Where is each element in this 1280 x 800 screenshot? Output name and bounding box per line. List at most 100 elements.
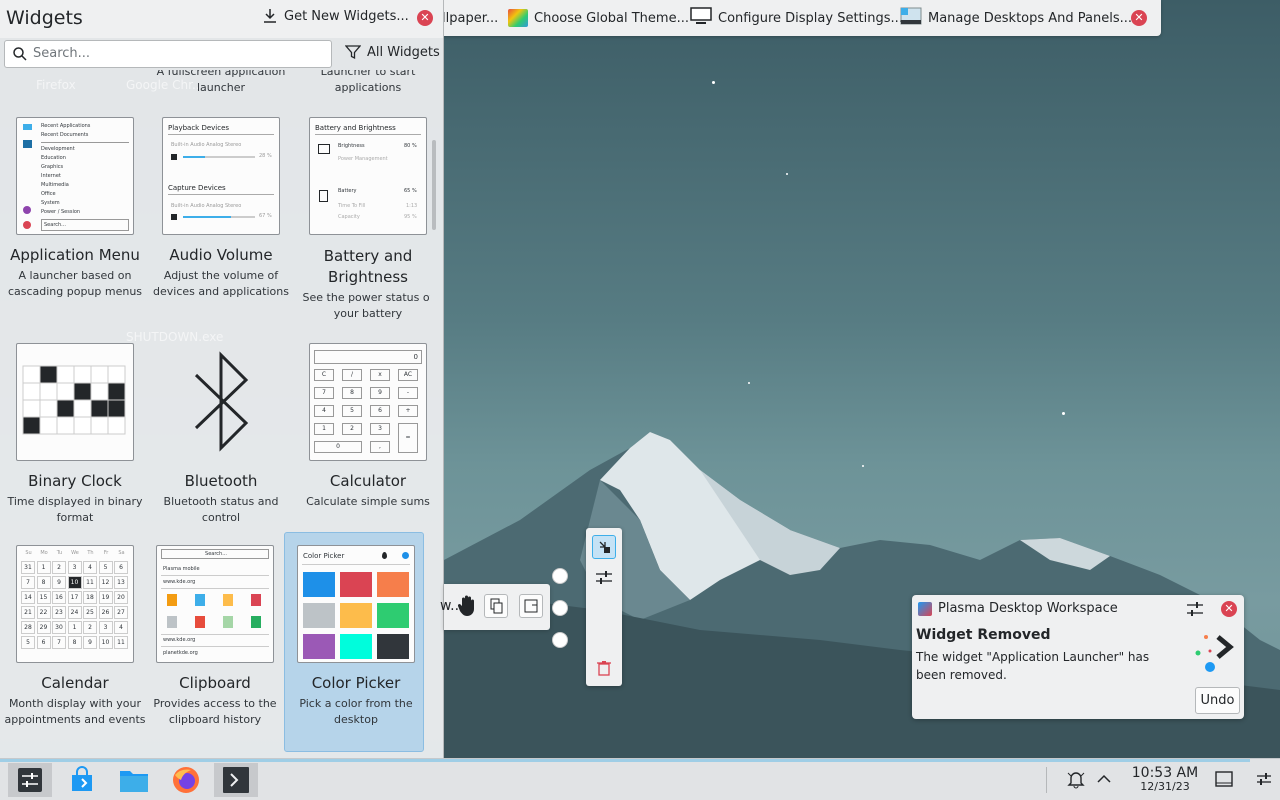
thumb-text: System xyxy=(41,200,60,206)
color-swatch xyxy=(340,634,372,659)
thumb-text: 1:13 xyxy=(406,203,418,209)
calendar-day: 1 xyxy=(36,561,51,574)
discover-launcher[interactable] xyxy=(60,763,104,797)
calc-key: - xyxy=(398,387,418,399)
exit-edit-mode-button[interactable]: ✕ xyxy=(1131,10,1147,26)
widget-vertical-toolbar xyxy=(586,528,622,686)
search-input[interactable] xyxy=(33,46,323,61)
undo-button[interactable]: Undo xyxy=(1195,687,1240,714)
notification-settings-button[interactable] xyxy=(1185,600,1205,622)
filter-icon xyxy=(345,45,361,60)
close-icon: ✕ xyxy=(1221,601,1237,617)
move-widget-button[interactable] xyxy=(592,535,616,559)
resize-handle[interactable] xyxy=(552,568,568,584)
configure-widget-button[interactable] xyxy=(593,568,615,592)
widgets-title: Widgets xyxy=(6,7,83,29)
peek-desktop-button[interactable] xyxy=(1214,769,1234,793)
thumb-text: 65 % xyxy=(404,188,417,194)
calendar-day: 21 xyxy=(21,606,35,619)
monitor-icon xyxy=(318,144,330,154)
firefox-launcher[interactable] xyxy=(164,763,208,797)
panel-edit-button[interactable] xyxy=(1254,769,1274,793)
terminal-icon xyxy=(223,767,249,793)
calendar-day: 9 xyxy=(83,636,97,649)
widget-tile-color-picker[interactable]: Color Picker Color Picker Pick a color f… xyxy=(285,544,427,744)
configure-display-button[interactable]: Configure Display Settings... xyxy=(684,0,909,36)
filter-label: All Widgets xyxy=(367,44,440,60)
taskbar-edit-indicator xyxy=(0,759,1250,762)
widget-tile-clipboard[interactable]: Search... Plasma mobile www.kde.org www.… xyxy=(144,544,286,744)
recent-icon xyxy=(23,124,32,130)
panel-settings-button[interactable] xyxy=(8,763,52,797)
copy-icon xyxy=(490,598,503,614)
trash-icon xyxy=(597,661,611,676)
thumb-text: Time To Fill xyxy=(338,203,366,209)
dolphin-launcher[interactable] xyxy=(112,763,156,797)
resize-handle[interactable] xyxy=(552,600,568,616)
manage-desktops-button[interactable]: Manage Desktops And Panels... xyxy=(894,0,1138,36)
thumb-text: Color Picker xyxy=(303,552,345,560)
widget-tile-bluetooth[interactable]: Bluetooth Bluetooth status and control xyxy=(150,342,292,542)
widgets-scrollbar[interactable] xyxy=(432,140,436,230)
resize-handle[interactable] xyxy=(552,632,568,648)
widget-name: Battery and Brightness xyxy=(323,247,413,286)
widget-name: Calendar xyxy=(41,674,109,692)
calendar-day: 12 xyxy=(98,576,113,589)
widget-desc: Pick a color from the desktop xyxy=(299,697,413,726)
color-swatch xyxy=(340,603,372,628)
power-icon xyxy=(23,221,31,229)
widget-filter-button[interactable]: All Widgets xyxy=(345,44,440,60)
ghost-desktop-label: Firefox xyxy=(36,78,76,92)
resize-widget-button[interactable] xyxy=(519,594,543,618)
docs-icon xyxy=(23,140,32,148)
move-handle[interactable] xyxy=(456,594,478,622)
calendar-day: 10 xyxy=(67,576,82,589)
digital-clock[interactable]: 10:53 AM 12/31/23 xyxy=(1120,765,1210,793)
show-hidden-icons-button[interactable] xyxy=(1096,771,1112,791)
color-picker-thumbnail: Color Picker xyxy=(297,545,415,663)
drag-icon xyxy=(599,541,610,553)
close-widgets-button[interactable]: ✕ xyxy=(417,10,433,26)
configure-wallpaper-button[interactable]: llpaper... xyxy=(436,0,504,36)
notification-app-name: Plasma Desktop Workspace xyxy=(938,601,1118,616)
notifications-tray-button[interactable] xyxy=(1066,769,1086,793)
widget-tile-calendar[interactable]: Su Mo Tu We Th Fr Sa 31 1 2 3 4 5 6 7 8 9 10 11 12 13 14 15 16 1… xyxy=(4,544,146,744)
calendar-day: 2 xyxy=(52,561,66,574)
thumb-text: www.kde.org xyxy=(163,637,196,643)
thumb-text: Brightness xyxy=(338,143,365,149)
widget-tile-application-menu[interactable]: Recent Applications Recent Documents Dev… xyxy=(4,116,146,316)
remove-widget-button[interactable] xyxy=(596,660,612,680)
panels-icon xyxy=(900,7,922,29)
clipboard-thumbnail: Search... Plasma mobile www.kde.org www.… xyxy=(156,545,274,663)
get-new-widgets-button[interactable]: Get New Widgets... xyxy=(262,8,409,24)
search-icon xyxy=(13,47,27,61)
firefox-icon xyxy=(173,767,199,793)
color-swatch xyxy=(377,572,409,597)
taskbar: 10:53 AM 12/31/23 xyxy=(0,758,1280,800)
calendar-day: 3 xyxy=(67,561,82,574)
calendar-day: 15 xyxy=(36,591,51,604)
audio-volume-thumbnail: Playback Devices Built-in Audio Analog S… xyxy=(162,117,280,235)
widget-tile-calculator[interactable]: 0 C / x AC 7 8 9- 4 5 6 +1 2 3 = 0, Calculator Calcula… xyxy=(297,342,430,542)
notification-close-button[interactable]: ✕ xyxy=(1221,601,1237,617)
widget-handle-toolbar: w... xyxy=(440,584,550,630)
calc-key: + xyxy=(398,405,418,417)
thumb-text: Multimedia xyxy=(41,182,69,188)
widget-tile-battery-brightness[interactable]: Battery and Brightness Brightness 80 % P… xyxy=(297,116,430,320)
color-swatch xyxy=(377,634,409,659)
widget-search-field[interactable] xyxy=(4,40,332,68)
copy-widget-button[interactable] xyxy=(484,594,508,618)
calendar-day: 30 xyxy=(52,621,66,634)
thumb-text: planetkde.org xyxy=(163,650,198,656)
widget-tile-binary-clock[interactable]: Binary Clock Time displayed in binary fo… xyxy=(4,342,146,542)
choose-global-theme-button[interactable]: Choose Global Theme... xyxy=(502,0,695,36)
calc-key: / xyxy=(342,369,362,381)
konsole-launcher[interactable] xyxy=(214,763,258,797)
calc-key: 6 xyxy=(370,405,390,417)
partial-tile-desc: A fullscreen application launcher xyxy=(156,70,286,94)
widget-tile-audio-volume[interactable]: Playback Devices Built-in Audio Analog S… xyxy=(150,116,292,316)
calc-key: AC xyxy=(398,369,418,381)
thumb-text: Capture Devices xyxy=(168,184,226,192)
notification-popup: Plasma Desktop Workspace ✕ Widget Remove… xyxy=(912,595,1244,719)
chevron-up-icon xyxy=(1097,774,1111,783)
